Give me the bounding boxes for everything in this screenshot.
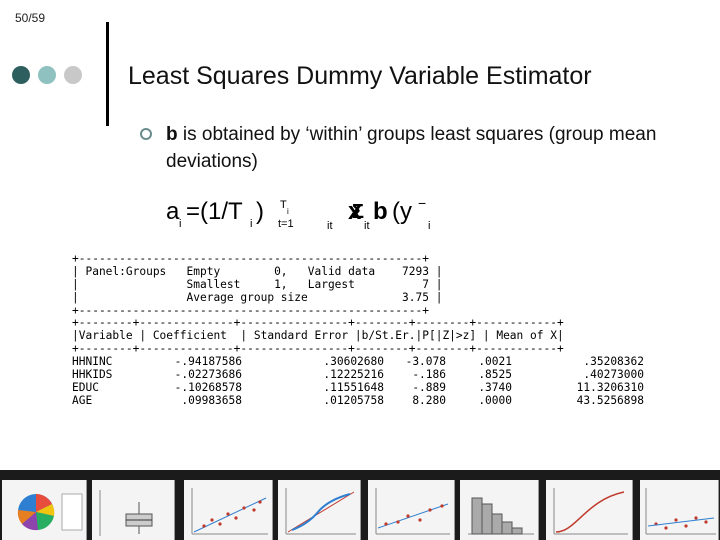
thumbnail-scatter[interactable] xyxy=(184,480,273,540)
cell-t: -.186 xyxy=(412,368,446,382)
bullet-bold: b xyxy=(166,124,178,145)
formula-sub-i: i xyxy=(179,218,182,230)
cell-t: -.889 xyxy=(412,380,446,394)
thumbnail-boxplot[interactable] xyxy=(92,480,175,540)
formula-sub-i2: i xyxy=(250,218,253,230)
bullet-circle-icon xyxy=(140,128,152,140)
formula-eq: =(1/T xyxy=(186,198,243,225)
cell-mean: 11.3206310 xyxy=(576,380,644,394)
table-row: HHKIDS -.02273686 .12225216 -.186 .8525 .4027… xyxy=(72,368,644,382)
cell-var: EDUC xyxy=(72,380,99,394)
cell-var: HHKIDS xyxy=(72,368,113,382)
thumbnail-probability-plot[interactable] xyxy=(278,480,361,540)
bullet-rest: is obtained by ‘within’ groups least squ… xyxy=(166,124,657,172)
decorative-dots xyxy=(12,66,82,84)
panel-line: | Average group size 3.75 | xyxy=(72,290,443,304)
thumbnail-cdf-curve[interactable] xyxy=(546,480,633,540)
dot-gray xyxy=(64,66,82,84)
formula-sub-t1: t=1 xyxy=(278,218,294,230)
dot-dark xyxy=(12,66,30,84)
formula-sup-i: i xyxy=(287,207,289,216)
formula-sub-i3: i xyxy=(428,220,431,232)
cell-p: .0000 xyxy=(478,393,512,407)
thumbnail-scatter-3[interactable] xyxy=(640,480,719,540)
slide-title: Least Squares Dummy Variable Estimator xyxy=(128,62,592,90)
cell-mean: .40273000 xyxy=(583,368,644,382)
formula-y: (y xyxy=(392,198,412,225)
cell-t: 8.280 xyxy=(412,393,446,407)
cell-mean: 43.5256898 xyxy=(576,393,644,407)
thumbnail-scatter-2[interactable] xyxy=(368,480,455,540)
dot-light xyxy=(38,66,56,84)
thumbnail-histogram[interactable] xyxy=(460,480,539,540)
cell-coef: -.02273686 xyxy=(174,368,242,382)
thumbnail-strip xyxy=(0,470,720,540)
cell-se: .12225216 xyxy=(323,368,384,382)
cell-se: .11551648 xyxy=(323,380,384,394)
table-row: AGE .09983658 .01205758 8.280 .0000 43.525689… xyxy=(72,393,644,408)
formula-minus: − xyxy=(418,195,427,211)
thumbnail-pie-chart[interactable] xyxy=(2,480,87,540)
cell-se: .01205758 xyxy=(323,393,384,407)
formula-sigma-icon: Σ xyxy=(352,201,365,223)
title-divider xyxy=(106,22,109,126)
cell-p: .3740 xyxy=(478,380,512,394)
table-row: EDUC -.10268578 .11551648 -.889 .3740 11.3206… xyxy=(72,380,644,395)
cell-var: AGE xyxy=(72,393,93,407)
formula-b: b xyxy=(373,198,388,225)
cell-coef: .09983658 xyxy=(181,393,242,407)
page-number: 50/59 xyxy=(15,11,46,25)
formula-sub-it2: it xyxy=(364,220,370,232)
formula-a: a xyxy=(166,198,180,225)
regression-output: +---------------------------------------… xyxy=(72,252,644,408)
formula-close: ) xyxy=(256,198,264,225)
formula-sub-it: it xyxy=(327,220,333,232)
panel-line: | Panel:Groups Empty 0, Valid data 7293 … xyxy=(72,264,443,278)
panel-border-top: +---------------------------------------… xyxy=(72,252,429,265)
bullet-text: b is obtained by ‘within’ groups least s… xyxy=(166,121,686,175)
formula: a i =(1/T i ) T i t=1 it x Σ it b (y − i xyxy=(166,195,466,234)
panel-line: | Smallest 1, Largest 7 | xyxy=(72,277,443,291)
cell-coef: -.10268578 xyxy=(174,380,242,394)
formula-sup-T: T xyxy=(280,199,287,211)
cell-p: .8525 xyxy=(478,368,512,382)
